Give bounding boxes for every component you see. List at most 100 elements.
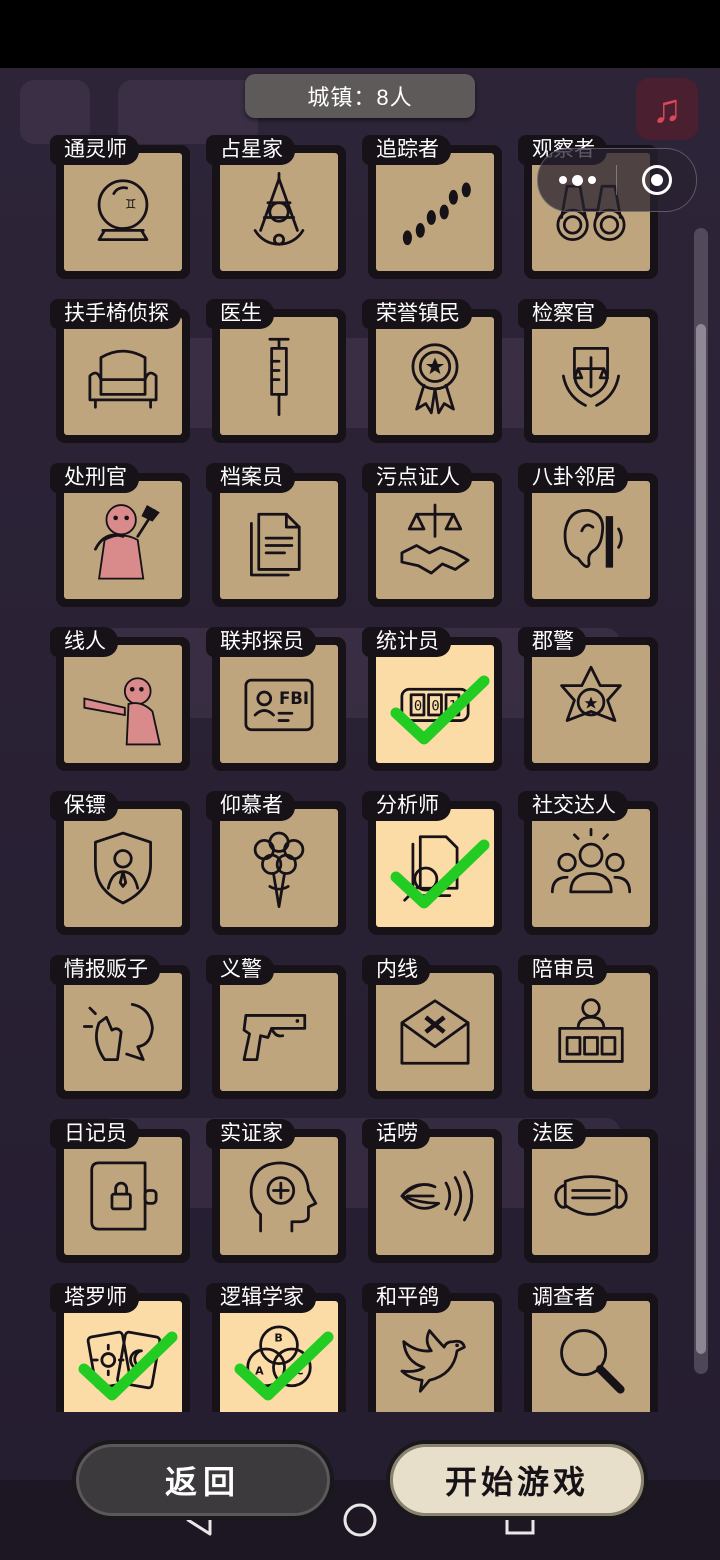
svg-text:FBI: FBI [279,689,309,708]
syringe-icon [268,337,290,417]
role-card[interactable]: 逻辑学家 B A C [206,1283,352,1412]
role-card[interactable]: 联邦探员 FBI [206,627,352,777]
role-card[interactable]: 保镖 [50,791,196,941]
role-tile [64,645,182,763]
role-name-label: 档案员 [206,463,295,493]
justice-emblem-icon [562,347,620,407]
role-name-label: 医生 [206,299,274,329]
role-tile-frame [56,309,190,443]
role-card[interactable]: 通灵师 ♊ [50,135,196,285]
role-name-label: 仰慕者 [206,791,295,821]
role-tile-frame [368,801,502,935]
role-name-label: 线人 [50,627,118,657]
role-card[interactable]: 和平鸽 [362,1283,508,1412]
role-card[interactable]: 八卦邻居 [518,463,664,613]
role-card[interactable]: 内线 [362,955,508,1105]
role-name-label: 污点证人 [362,463,472,493]
role-name-label: 和平鸽 [362,1283,451,1313]
role-tile-frame: FBI [212,637,346,771]
role-card[interactable]: 线人 [50,627,196,777]
checkmark-icon [390,839,490,909]
scale-handshake-icon [400,503,470,575]
scrollbar[interactable] [694,228,708,1374]
role-name-label: 追踪者 [362,135,451,165]
music-note-icon[interactable]: ♫ [636,78,698,140]
role-tile [376,317,494,435]
role-tile-frame [212,965,346,1099]
role-tile [532,1137,650,1255]
role-card[interactable]: 社交达人 [518,791,664,941]
role-name-label: 调查者 [518,1283,607,1313]
town-count-label: 城镇：8人 [307,85,413,110]
role-card[interactable]: 医生 [206,299,352,449]
checkmark-icon [390,675,490,745]
role-tile [64,973,182,1091]
role-tile [532,317,650,435]
role-tile-frame [524,473,658,607]
jury-box-icon [558,998,624,1063]
role-card[interactable]: 话唠 [362,1119,508,1269]
role-name-label: 通灵师 [50,135,139,165]
role-card[interactable]: 塔罗师 [50,1283,196,1412]
role-card[interactable]: 检察官 [518,299,664,449]
role-name-label: 联邦探员 [206,627,316,657]
role-tile: 001 [376,645,494,763]
ear-wall-icon [563,509,623,568]
crowd-icon [550,827,632,894]
role-card[interactable]: 法医 [518,1119,664,1269]
role-card[interactable]: 郡警 [518,627,664,777]
role-name-label: 内线 [362,955,430,985]
role-tile [532,481,650,599]
role-tile-frame [56,1129,190,1263]
scrollbar-thumb[interactable] [696,324,706,1354]
role-tile [220,1137,338,1255]
role-card[interactable]: 仰慕者 [206,791,352,941]
role-name-label: 日记员 [50,1119,139,1149]
nav-home-icon[interactable] [340,1500,380,1540]
bodyguard-shield-icon [94,831,152,905]
role-tile [64,809,182,927]
fbi-badge-icon: FBI [244,678,314,732]
role-card[interactable]: 陪审员 [518,955,664,1105]
role-card[interactable]: 占星家 [206,135,352,285]
role-card[interactable]: 档案员 [206,463,352,613]
role-tile [376,973,494,1091]
role-tile [64,1137,182,1255]
checkmark-icon [78,1331,178,1401]
target-circle-icon [641,165,672,195]
role-card[interactable]: 调查者 [518,1283,664,1412]
role-card[interactable]: 日记员 [50,1119,196,1269]
role-name-label: 社交达人 [518,791,628,821]
role-tile-frame [212,473,346,607]
role-card[interactable]: 追踪者 [362,135,508,285]
role-card[interactable]: 荣誉镇民 [362,299,508,449]
role-card[interactable]: 实证家 [206,1119,352,1269]
svg-text:♊: ♊ [125,197,137,212]
role-tile [532,645,650,763]
role-tile: BAC [220,1301,338,1412]
role-card[interactable]: 统计员 0 0 1 [362,627,508,777]
role-card[interactable]: 污点证人 [362,463,508,613]
miniprogram-capsule [537,148,697,212]
crystal-ball-icon: ♊ [97,179,149,241]
role-name-label: 逻辑学家 [206,1283,316,1313]
role-tile-frame [368,1129,502,1263]
role-tile-frame [524,965,658,1099]
face-mask-icon [554,1175,628,1216]
head-plus-icon [249,1161,318,1233]
role-card[interactable]: 义警 [206,955,352,1105]
role-tile-frame [524,1129,658,1263]
mouth-sound-icon [400,1170,474,1222]
medal-icon [411,343,459,415]
start-game-button[interactable]: 开始游戏 [386,1440,648,1520]
role-card[interactable]: 扶手椅侦探 [50,299,196,449]
back-button[interactable]: 返回 [72,1440,334,1520]
role-grid-viewport[interactable]: 通灵师♊占星家追踪者观察者扶手椅侦探医生荣誉镇民检察官处刑官档案员污点证人八卦邻… [50,135,690,1412]
role-card[interactable]: 处刑官 [50,463,196,613]
start-game-button-label: 开始游戏 [444,1464,589,1500]
role-card[interactable]: 分析师 [362,791,508,941]
role-card[interactable]: 情报贩子 [50,955,196,1105]
close-miniprogram-button[interactable] [617,165,696,195]
more-options-icon[interactable] [538,149,616,211]
role-tile-frame [56,637,190,771]
